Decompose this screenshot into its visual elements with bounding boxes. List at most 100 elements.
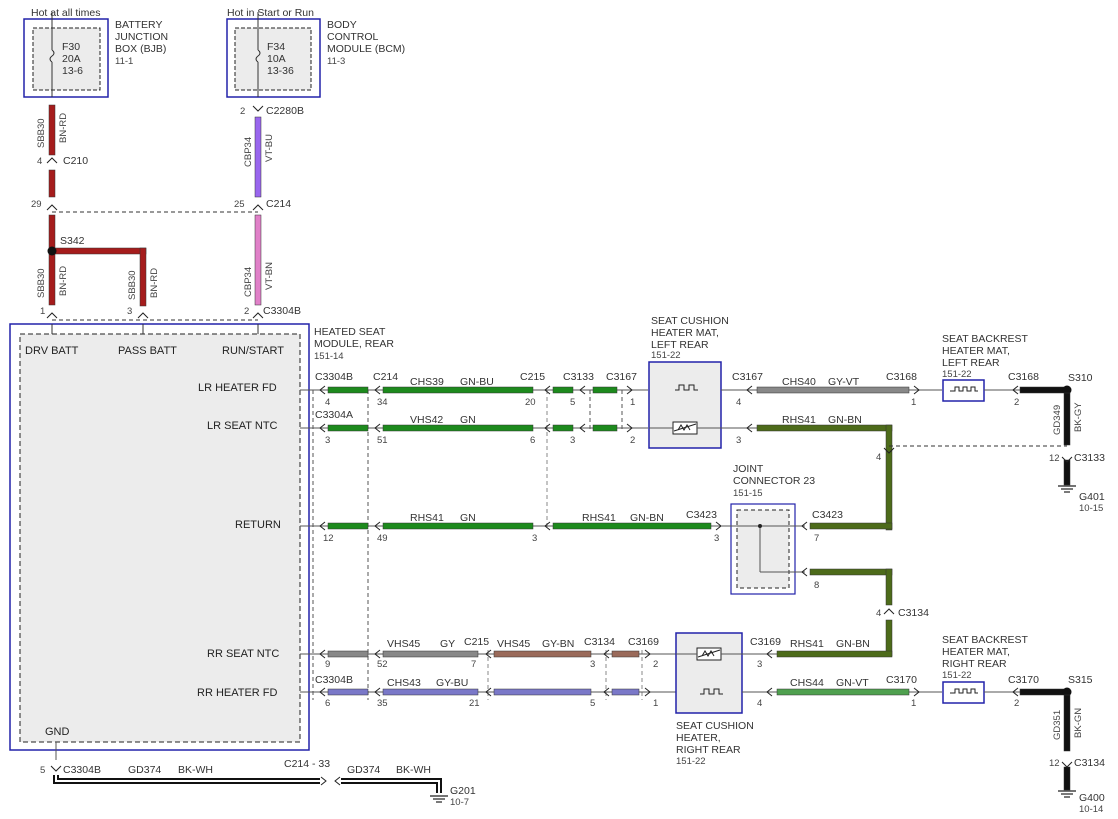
row-lr-backrest: C3167 4 CHS40 GY-VT C3168 1 SEAT BACKRES… [721,333,1093,408]
f34-name: F34 [267,41,285,53]
pin-3-c3423: 3 [714,533,719,544]
module-title-2: MODULE, REAR [314,338,394,350]
ground-g400-wire: GD351 BK-GN 12 C3134 G400 10-14 [1049,694,1105,815]
rr-backrest-title-2: HEATER MAT, [942,646,1010,658]
pass-batt-label: PASS BATT [118,345,177,357]
pin-4-c3167: 4 [736,397,741,408]
wire-label-cbp34: CBP34 [243,137,254,167]
pin-12-g401: 12 [1049,453,1060,464]
pin-6: 6 [530,435,535,446]
bcm-label-3: MODULE (BCM) [327,43,405,55]
rr-cushion-ref: 151-22 [676,756,706,767]
row-rhs41-rr: C3169 3 RHS41 GN-BN [742,636,893,670]
drv-batt-label: DRV BATT [25,345,79,357]
drv-pin: 1 [40,306,45,317]
pin-1-c3170: 1 [911,698,916,709]
c3167-row1-label: C3167 [606,371,637,383]
bcm-label-2: CONTROL [327,31,378,43]
lr-backrest-title-3: LEFT REAR [942,357,1000,369]
f30-rating: 20A [62,53,81,65]
pin-35: 35 [377,698,388,709]
connector-chevron-icon [50,765,62,772]
pass-pin: 3 [127,306,132,317]
gy-label: GY [440,638,455,650]
pin-4-c3133: 4 [876,452,881,463]
pin-3-c3169: 3 [757,659,762,670]
pin-2-c3169: 2 [653,659,658,670]
chs44-label: CHS44 [790,677,824,689]
c214-pin-29: 29 [31,199,42,210]
bk-gn-label: BK-GN [1073,708,1084,738]
f30-ref: 13-6 [62,65,83,77]
connector-chevron-icon [46,157,58,164]
c3133-row1-label: C3133 [563,371,594,383]
rr-seat-cushion-heater: SEAT CUSHION HEATER, RIGHT REAR 151-22 [675,632,754,767]
wire-label-vt-bu: VT-BU [264,134,275,162]
pin-3: 3 [325,435,330,446]
c3169-left-label: C3169 [628,636,659,648]
row-lr-seat-ntc: C3304A 3 51 VHS42 GN 6 3 2 [300,409,648,446]
bcm-label-1: BODY [327,19,357,31]
g201-ref: 10-7 [450,797,469,808]
lr-cushion-title-2: HEATER MAT, [651,327,719,339]
g400-ref: 10-14 [1079,804,1103,815]
rhs41-label-return: RHS41 [410,512,444,524]
chs43-label: CHS43 [387,677,421,689]
c3170-left-label: C3170 [886,674,917,686]
chs40-label: CHS40 [782,376,816,388]
wire-label-bn-rd: BN-RD [58,113,69,143]
c210-label: C210 [63,155,88,167]
gy-bu-label: GY-BU [436,677,468,689]
pin-3-c3133: 3 [570,435,575,446]
c3423-right-label: C3423 [812,509,843,521]
pin-52: 52 [377,659,388,670]
gy-vt-label: GY-VT [828,376,860,388]
pin-1: 1 [630,397,635,408]
lr-backrest-title-2: HEATER MAT, [942,345,1010,357]
lr-cushion-ref: 151-22 [651,350,681,361]
connector-chevron-icon [46,312,58,319]
bjb-label-2: JUNCTION [115,31,168,43]
bjb-ref: 11-1 [115,56,133,67]
pin-1-c3169: 1 [653,698,658,709]
joint23-title-2: CONNECTOR 23 [733,475,815,487]
s315-label: S315 [1068,674,1093,686]
lr-backrest-ref: 151-22 [942,369,972,380]
hot-at-all-times-label: Hot at all times [31,7,100,19]
c3304b-rr-label: C3304B [315,674,353,686]
module-title-3: 151-14 [314,351,344,362]
f34-ref: 13-36 [267,65,294,77]
c3170-right-label: C3170 [1008,674,1039,686]
gy-bn-label: GY-BN [542,638,574,650]
rr-seat-ntc-label: RR SEAT NTC [207,648,279,660]
c3134-g400-label: C3134 [1074,757,1105,769]
pin-8-c3423: 8 [814,580,819,591]
gn-label-row2: GN [460,414,476,426]
gn-vt-label: GN-VT [836,677,869,689]
connector-chevron-icon [137,312,149,319]
pin-5-c3134: 5 [590,698,595,709]
g400-label: G400 [1079,792,1105,804]
joint-connector-23: JOINT CONNECTOR 23 151-15 C3423 7 8 4 C3… [721,463,929,657]
wire-label-vt-bn: VT-BN [264,262,275,290]
splice-s342 [47,246,57,256]
gn-bn-label-rr: GN-BN [836,638,870,650]
rr-cushion-title-3: RIGHT REAR [676,744,741,756]
g201-label: G201 [450,785,476,797]
c3304b-top-label: C3304B [263,305,301,317]
pin-2-c3170: 2 [1014,698,1019,709]
wiring-diagram: Hot at all times F30 20A 13-6 BATTERY JU… [9,7,1105,815]
fuse-f30: Hot at all times F30 20A 13-6 BATTERY JU… [23,7,168,98]
c3304b-gnd-label: C3304B [63,764,101,776]
rr-backrest-ref: 151-22 [942,670,972,681]
lr-cushion-title-1: SEAT CUSHION [651,315,729,327]
wire-label-sbb30: SBB30 [36,118,47,148]
c214-row1-label: C214 [373,371,398,383]
c215-row1-label: C215 [520,371,545,383]
pin-3-c3167b: 3 [736,435,741,446]
pin-51: 51 [377,435,388,446]
fuse-f34: Hot in Start or Run F34 10A 13-36 BODY C… [226,7,405,98]
gnd-label: GND [45,726,70,738]
rr-cushion-title-2: HEATER, [676,732,721,744]
pin-21: 21 [469,698,480,709]
